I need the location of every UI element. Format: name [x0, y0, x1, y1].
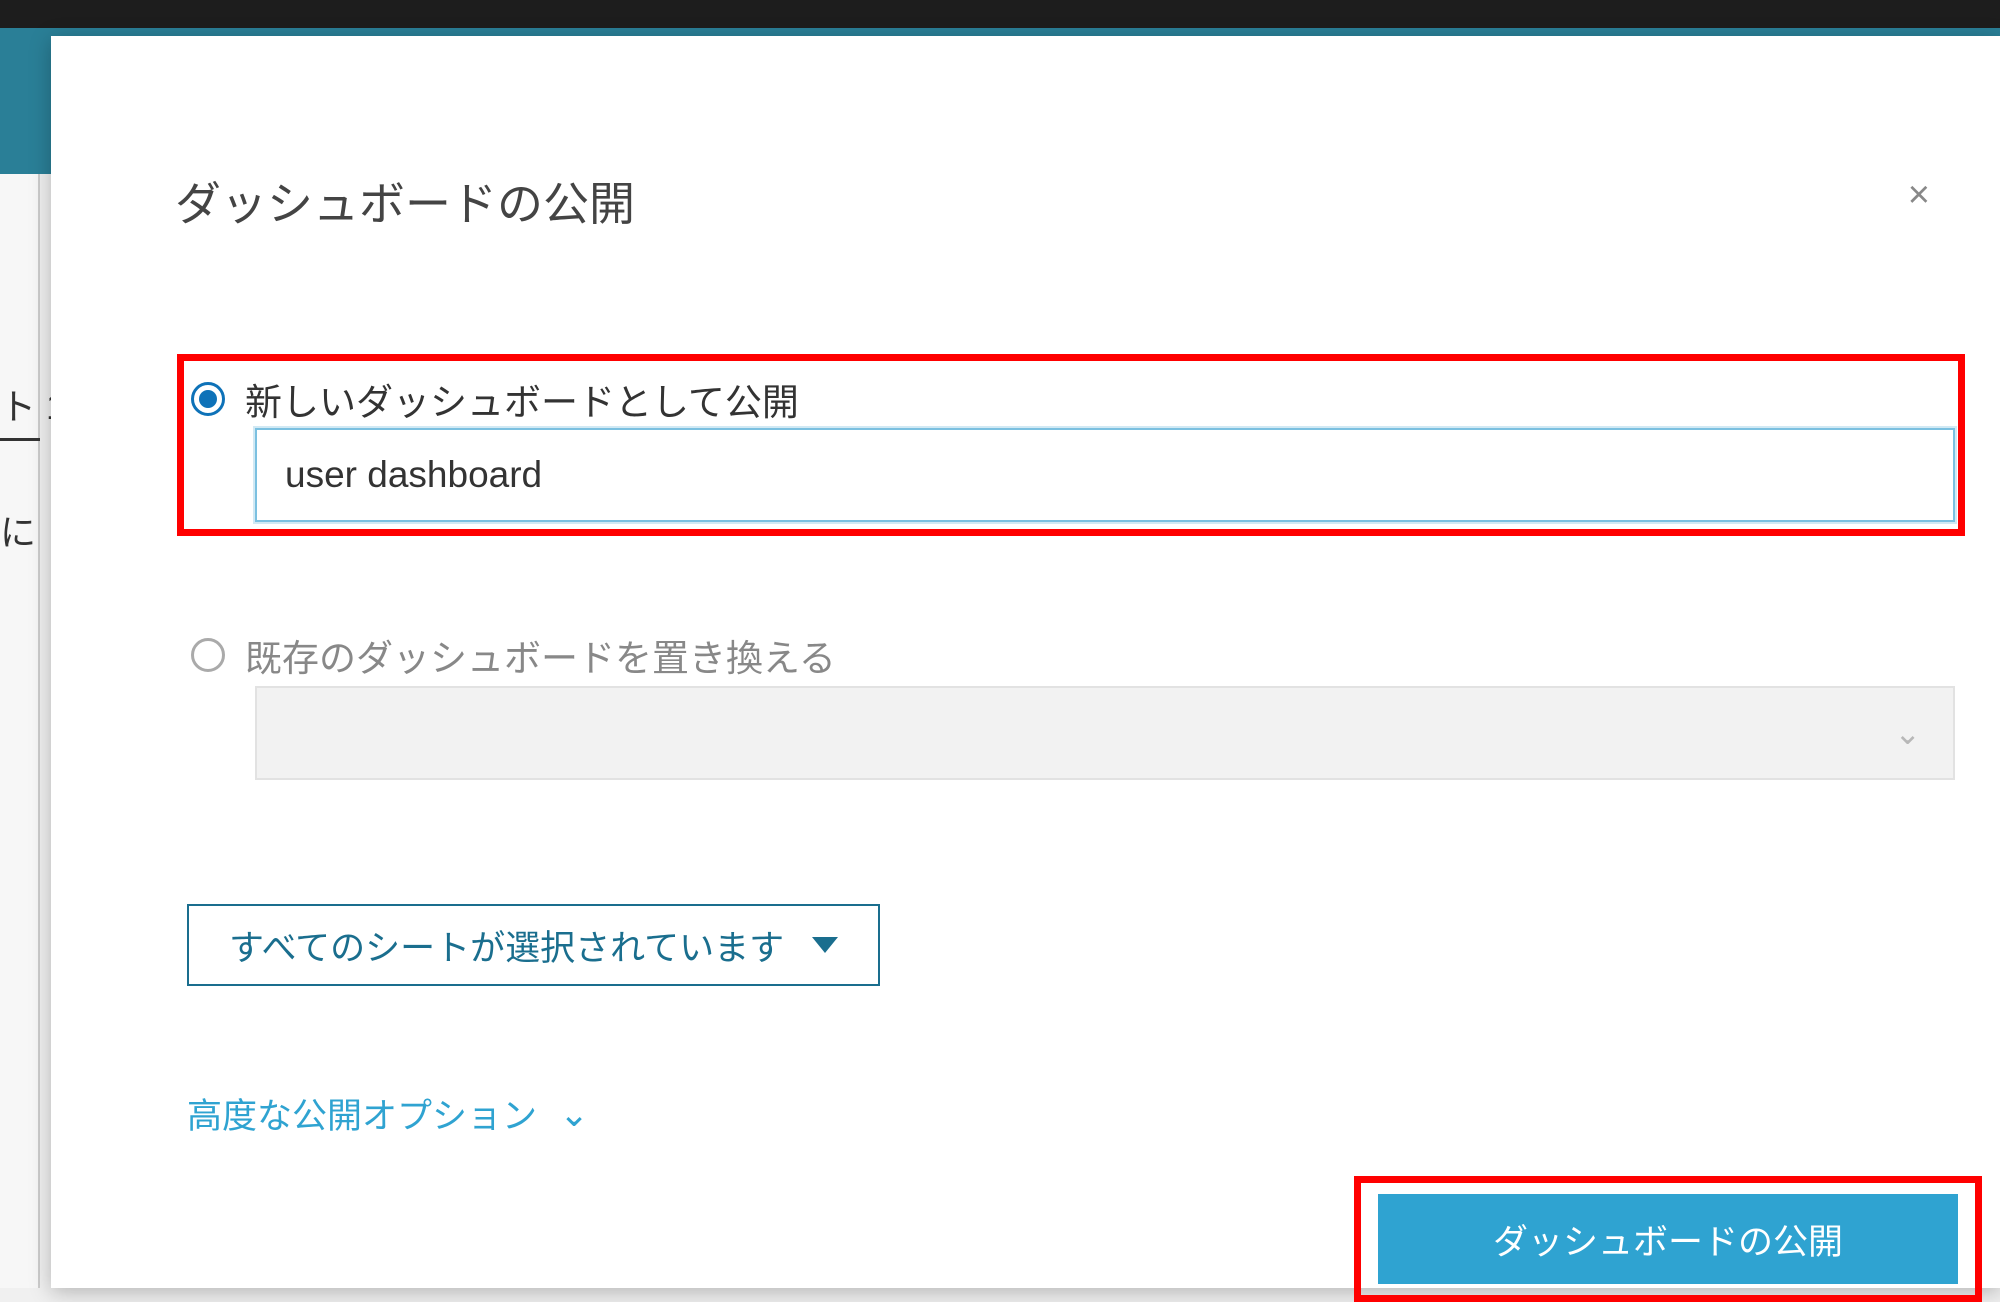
- background-divider: [0, 438, 40, 441]
- publish-dashboard-button[interactable]: ダッシュボードの公開: [1378, 1194, 1958, 1284]
- modal-title: ダッシュボードの公開: [175, 168, 635, 234]
- replace-existing-option[interactable]: 既存のダッシュボードを置き換える: [191, 628, 836, 682]
- chevron-down-icon: ⌄: [1894, 714, 1921, 752]
- radio-new-dashboard-label: 新しいダッシュボードとして公開: [245, 372, 799, 426]
- radio-new-dashboard[interactable]: [191, 382, 225, 416]
- advanced-options-toggle[interactable]: 高度な公開オプション ⌄: [187, 1088, 589, 1139]
- existing-dashboard-select: ⌄: [255, 686, 1955, 780]
- new-dashboard-name-input[interactable]: [255, 428, 1955, 522]
- publish-dashboard-modal: ダッシュボードの公開 × 新しいダッシュボードとして公開 既存のダッシュボードを…: [51, 36, 2000, 1288]
- sheet-selector-dropdown[interactable]: すべてのシートが選択されています: [187, 904, 880, 986]
- advanced-options-label: 高度な公開オプション: [187, 1088, 537, 1139]
- radio-replace-dashboard[interactable]: [191, 638, 225, 672]
- sheet-selector-label: すべてのシートが選択されています: [229, 920, 784, 971]
- publish-new-option[interactable]: 新しいダッシュボードとして公開: [191, 372, 799, 426]
- caret-down-icon: [812, 937, 838, 953]
- top-bar: [0, 0, 2000, 28]
- radio-replace-dashboard-label: 既存のダッシュボードを置き換える: [245, 628, 836, 682]
- close-button[interactable]: ×: [1908, 176, 1930, 214]
- background-text: に: [0, 504, 36, 556]
- chevron-down-icon: ⌄: [559, 1093, 589, 1135]
- background-left-panel: [0, 174, 40, 1288]
